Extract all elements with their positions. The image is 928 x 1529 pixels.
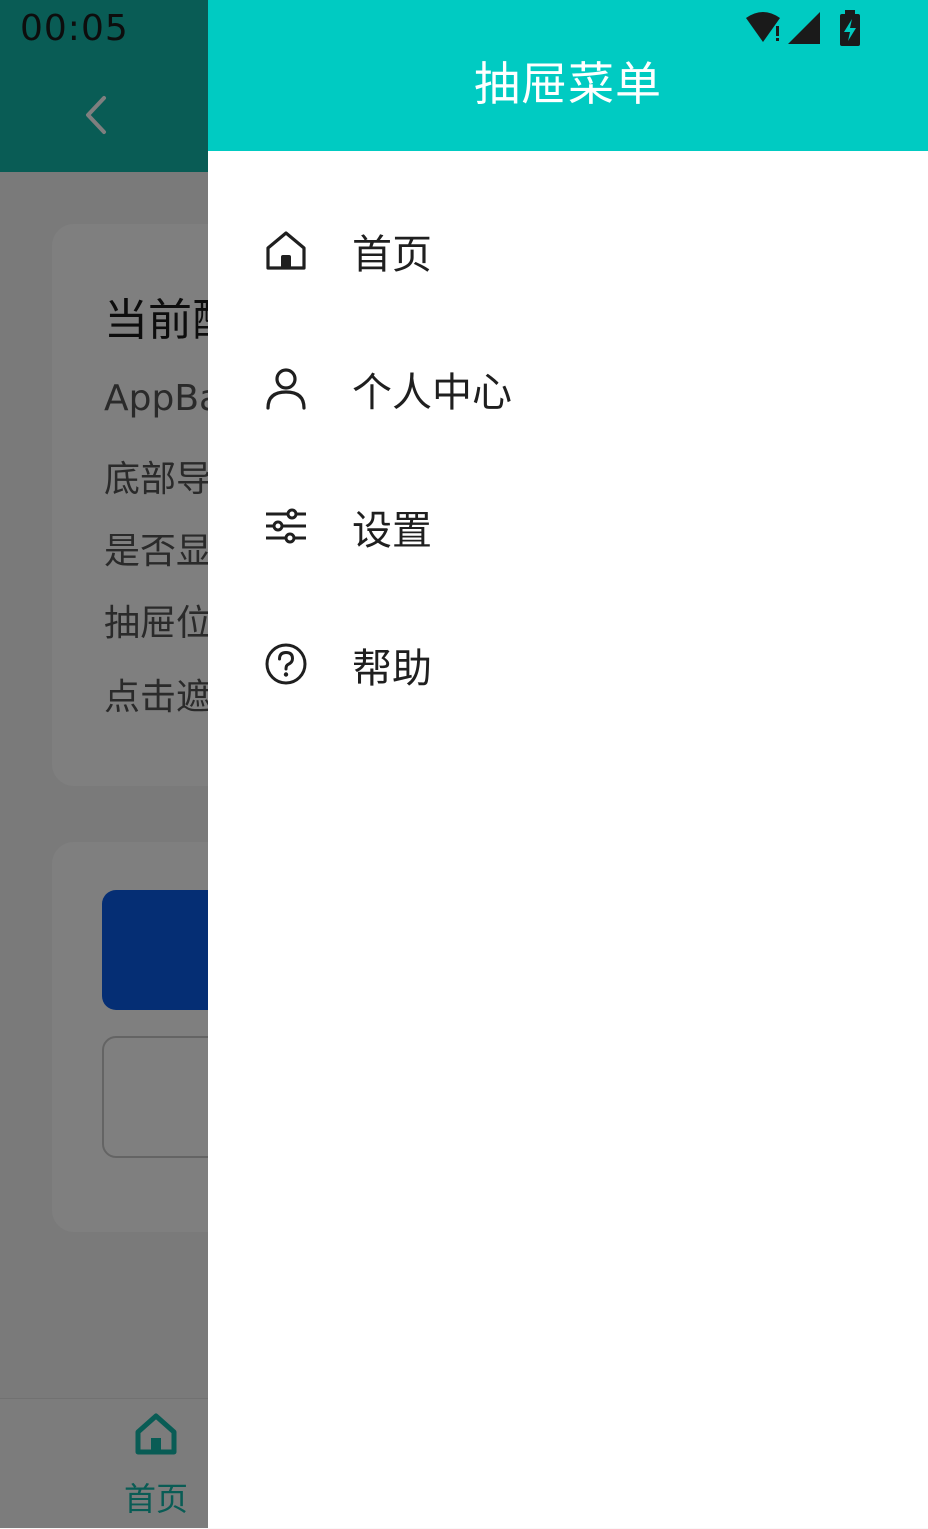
drawer-item-label: 首页 xyxy=(352,232,432,278)
drawer-item-label: 个人中心 xyxy=(352,370,512,416)
drawer-item-help[interactable]: 帮助 xyxy=(208,608,928,718)
drawer-item-label: 帮助 xyxy=(352,646,432,692)
drawer-title: 抽屉菜单 xyxy=(474,57,662,111)
wifi-icon xyxy=(746,12,780,42)
drawer-header: 抽屉菜单 xyxy=(208,0,928,151)
cellular-signal-icon xyxy=(788,12,820,44)
person-icon xyxy=(266,368,306,410)
help-circle-icon xyxy=(265,643,307,685)
battery-charging-icon xyxy=(840,10,860,46)
navigation-drawer: 抽屉菜单 首页 个人中心 设置 帮助 xyxy=(208,0,928,1528)
home-icon xyxy=(266,231,306,270)
drawer-item-profile[interactable]: 个人中心 xyxy=(208,332,928,442)
drawer-item-home[interactable]: 首页 xyxy=(208,194,928,304)
drawer-item-label: 设置 xyxy=(352,508,432,554)
sliders-icon xyxy=(266,508,306,544)
drawer-item-settings[interactable]: 设置 xyxy=(208,470,928,580)
status-icons xyxy=(746,10,860,46)
